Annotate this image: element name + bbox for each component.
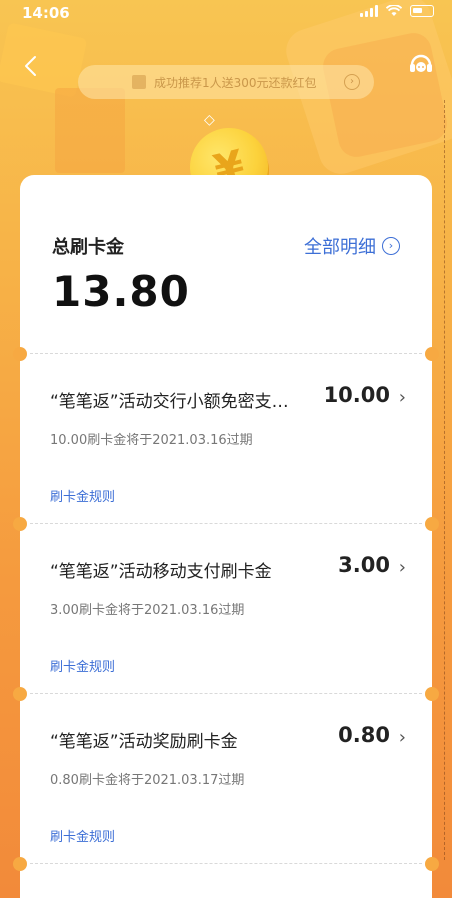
list-item[interactable]: “笔笔返”活动交行小额免密支付刷卡金 10.00 › 10.00刷卡金将于202… [20,353,432,523]
wifi-icon [386,5,402,16]
rule-link[interactable]: 刷卡金规则 [50,656,115,675]
customer-service-icon [410,54,432,72]
edge-line [444,100,446,860]
item-amount: 10.00 [323,383,390,407]
item-title: “笔笔返”活动交行小额免密支付刷卡金 [50,392,305,412]
all-details-text: 全部明细 [304,237,376,258]
item-amount: 3.00 [338,553,390,577]
total-label: 总刷卡金 [52,237,124,258]
chevron-right-icon: › [382,237,400,255]
item-title: “笔笔返”活动移动支付刷卡金 [50,562,272,582]
gift-icon [132,75,146,89]
promo-text: 成功推荐1人送300元还款红包 [154,75,317,90]
divider [30,863,422,864]
chevron-right-icon: › [398,727,406,748]
ticket-notch [13,857,27,871]
list-item[interactable]: “笔笔返”活动奖励刷卡金 0.80 › 0.80刷卡金将于2021.03.17过… [20,693,432,863]
sparkle-icon: ◇ [204,112,215,128]
promo-banner[interactable]: 成功推荐1人送300元还款红包 › [78,65,374,99]
status-time: 14:06 [22,4,70,22]
list-item[interactable]: “笔笔返”活动移动支付刷卡金 3.00 › 3.00刷卡金将于2021.03.1… [20,523,432,693]
item-amount: 0.80 [338,723,390,747]
item-expiry: 10.00刷卡金将于2021.03.16过期 [50,433,253,448]
chevron-right-icon: › [398,387,406,408]
signal-icon [360,5,378,17]
all-details-link[interactable]: 全部明细 › [298,233,400,259]
ticket-notch [425,857,439,871]
status-bar: 14:06 [0,0,452,26]
item-expiry: 3.00刷卡金将于2021.03.16过期 [50,603,245,618]
item-title: “笔笔返”活动奖励刷卡金 [50,732,238,752]
back-arrow-icon [25,56,36,76]
chevron-right-icon: › [344,74,360,90]
item-expiry: 0.80刷卡金将于2021.03.17过期 [50,773,245,788]
battery-icon [410,5,434,17]
customer-service-button[interactable] [406,50,436,80]
main-card: 总刷卡金 13.80 全部明细 › “笔笔返”活动交行小额免密支付刷卡金 10.… [13,175,439,898]
status-icons [360,5,434,17]
rule-link[interactable]: 刷卡金规则 [50,486,115,505]
decoration-shape [55,88,125,173]
total-amount: 13.80 [52,267,190,316]
chevron-right-icon: › [398,557,406,578]
rule-link[interactable]: 刷卡金规则 [50,826,115,845]
back-button[interactable] [18,52,46,80]
